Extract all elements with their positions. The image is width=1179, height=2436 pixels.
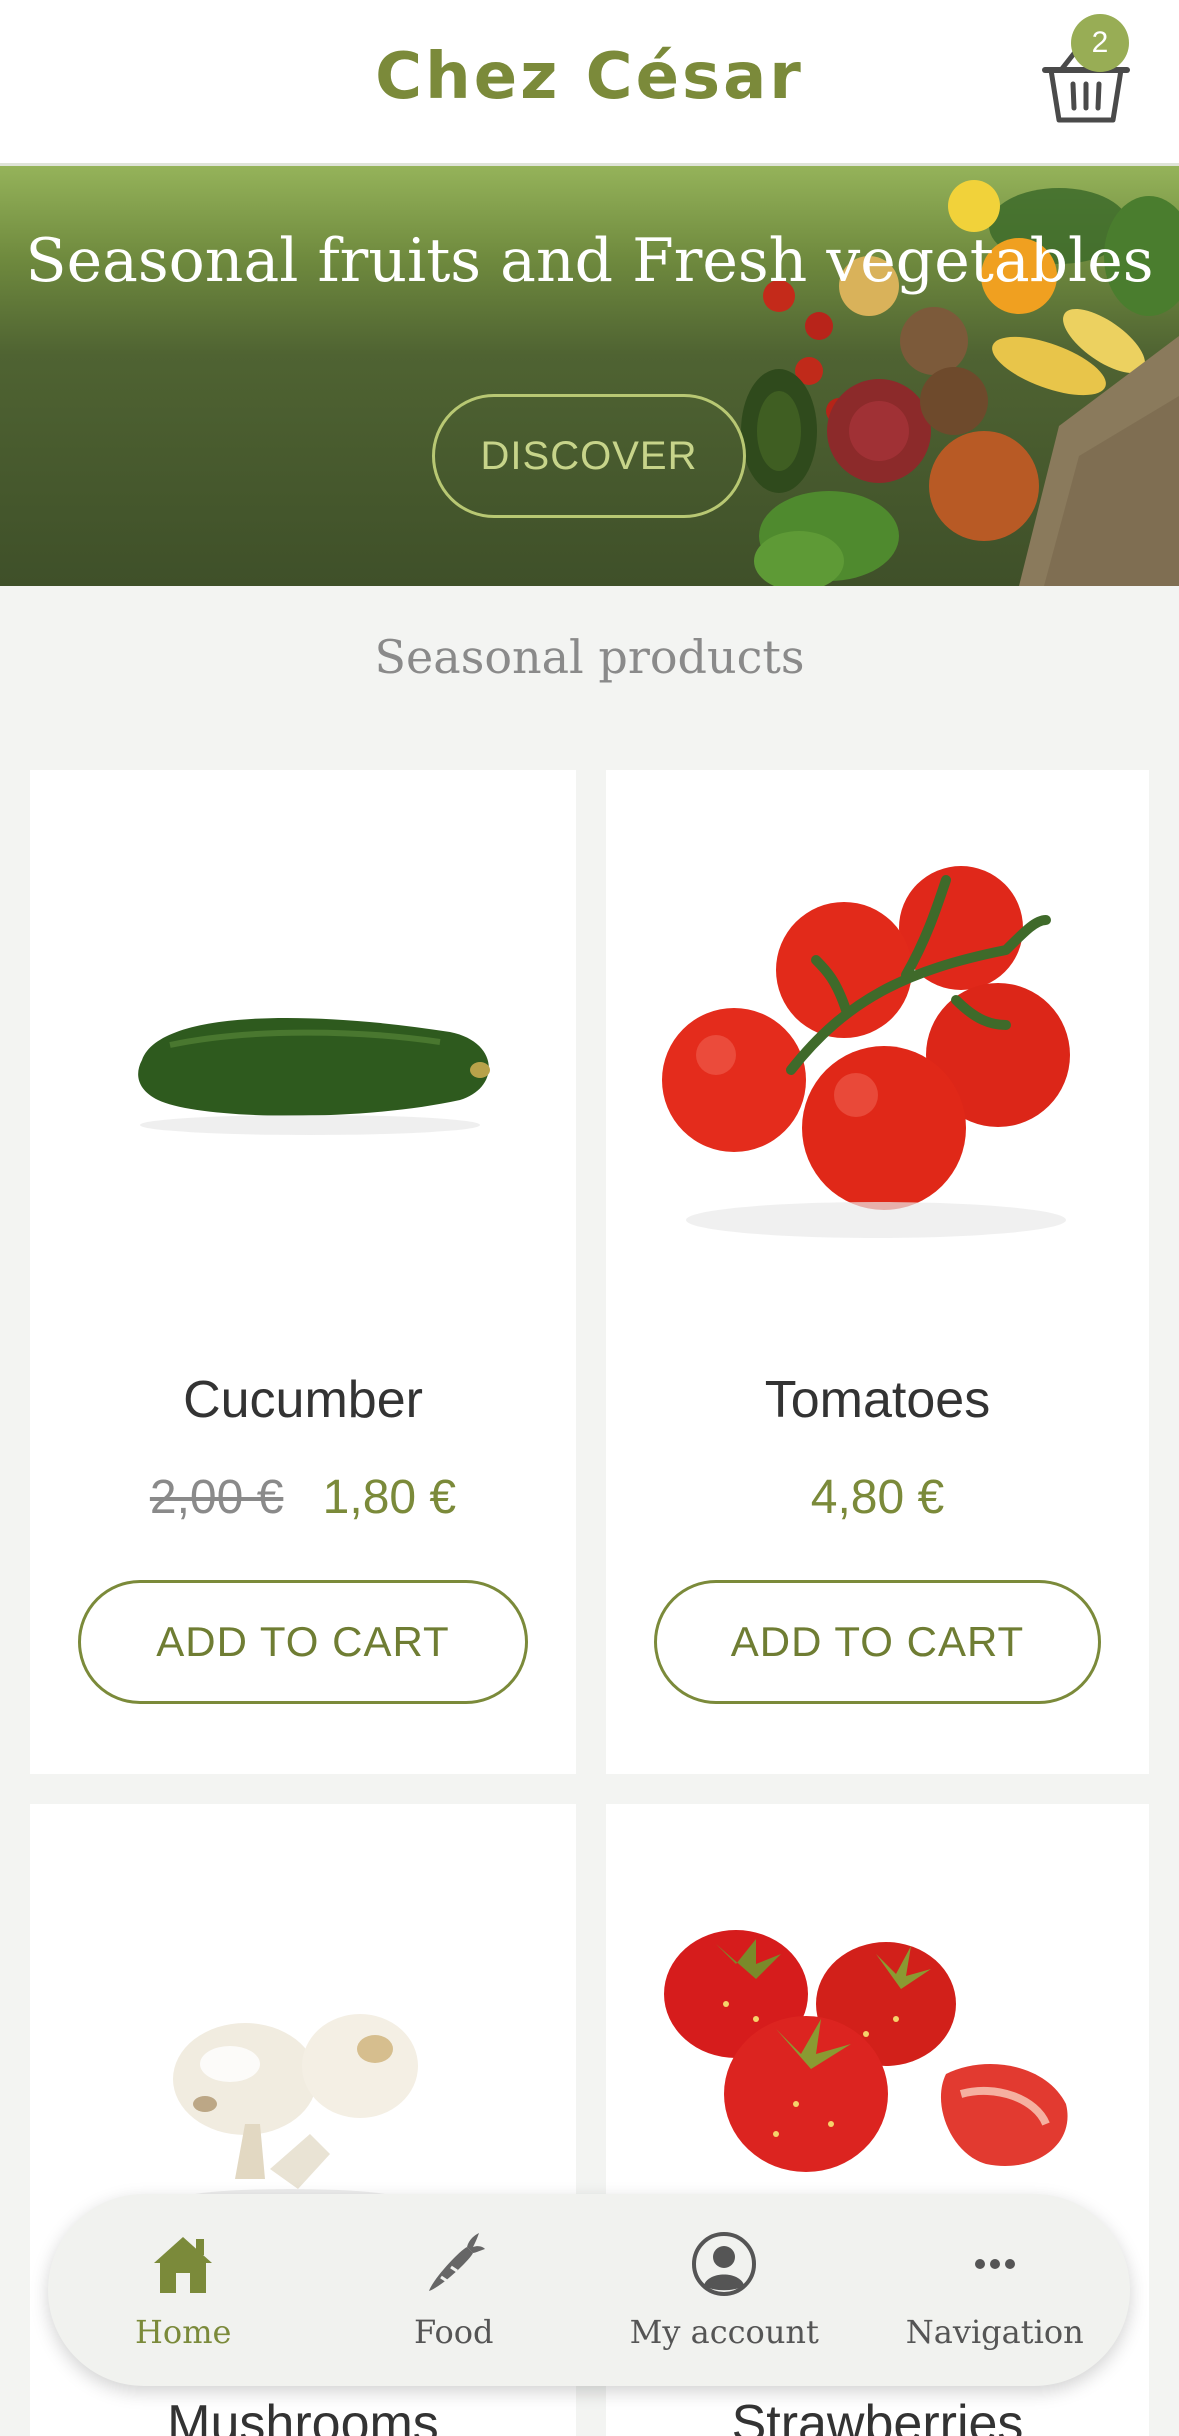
section-title: Seasonal products (374, 630, 805, 684)
product-name: Cucumber (183, 1371, 423, 1429)
nav-label: My account (629, 2313, 819, 2351)
nav-label: Home (135, 2313, 232, 2351)
nav-label: Food (414, 2313, 494, 2351)
old-price: 2,00 € (149, 1471, 284, 1524)
carrot-icon (428, 2233, 485, 2291)
nav-item-home[interactable]: Home (58, 2194, 308, 2386)
current-price: 1,80 € (322, 1471, 457, 1524)
product-card-cucumber[interactable]: Cucumber 2,00 € 1,80 € ADD TO CART (30, 770, 576, 1774)
more-icon (974, 2259, 1015, 2269)
product-name: Tomatoes (764, 1371, 991, 1429)
product-name: Strawberries (731, 2395, 1024, 2436)
bottom-navigation: Home Food My account Navigation (48, 2194, 1130, 2386)
mushrooms-image (173, 2014, 418, 2209)
current-price: 4,80 € (810, 1471, 945, 1524)
price-row: 4,80 € (606, 1470, 1149, 1525)
add-to-cart-button[interactable]: ADD TO CART (654, 1580, 1101, 1704)
cucumber-image (138, 1017, 490, 1135)
add-to-cart-button[interactable]: ADD TO CART (78, 1580, 528, 1704)
hero-title: Seasonal fruits and Fresh vegetables (25, 226, 1154, 296)
brand-logo[interactable]: Chez César (375, 40, 804, 114)
strawberries-image (664, 1930, 1068, 2172)
app-header: Chez César 2 (0, 0, 1179, 166)
discover-button[interactable]: DISCOVER (432, 394, 746, 518)
nav-item-navigation[interactable]: Navigation (870, 2194, 1120, 2386)
home-icon (154, 2237, 213, 2293)
price-row: 2,00 € 1,80 € (30, 1470, 576, 1525)
product-name: Mushrooms (167, 2395, 439, 2436)
product-card-tomatoes[interactable]: Tomatoes 4,80 € ADD TO CART (606, 770, 1149, 1774)
cart-button[interactable]: 2 (1031, 14, 1141, 132)
nav-label: Navigation (905, 2313, 1084, 2351)
account-icon (692, 2232, 757, 2296)
cart-count-badge: 2 (1071, 14, 1129, 72)
hero-banner: Seasonal fruits and Fresh vegetables DIS… (0, 166, 1179, 586)
nav-item-food[interactable]: Food (329, 2194, 579, 2386)
tomatoes-image (662, 866, 1070, 1238)
nav-item-my-account[interactable]: My account (599, 2194, 849, 2386)
